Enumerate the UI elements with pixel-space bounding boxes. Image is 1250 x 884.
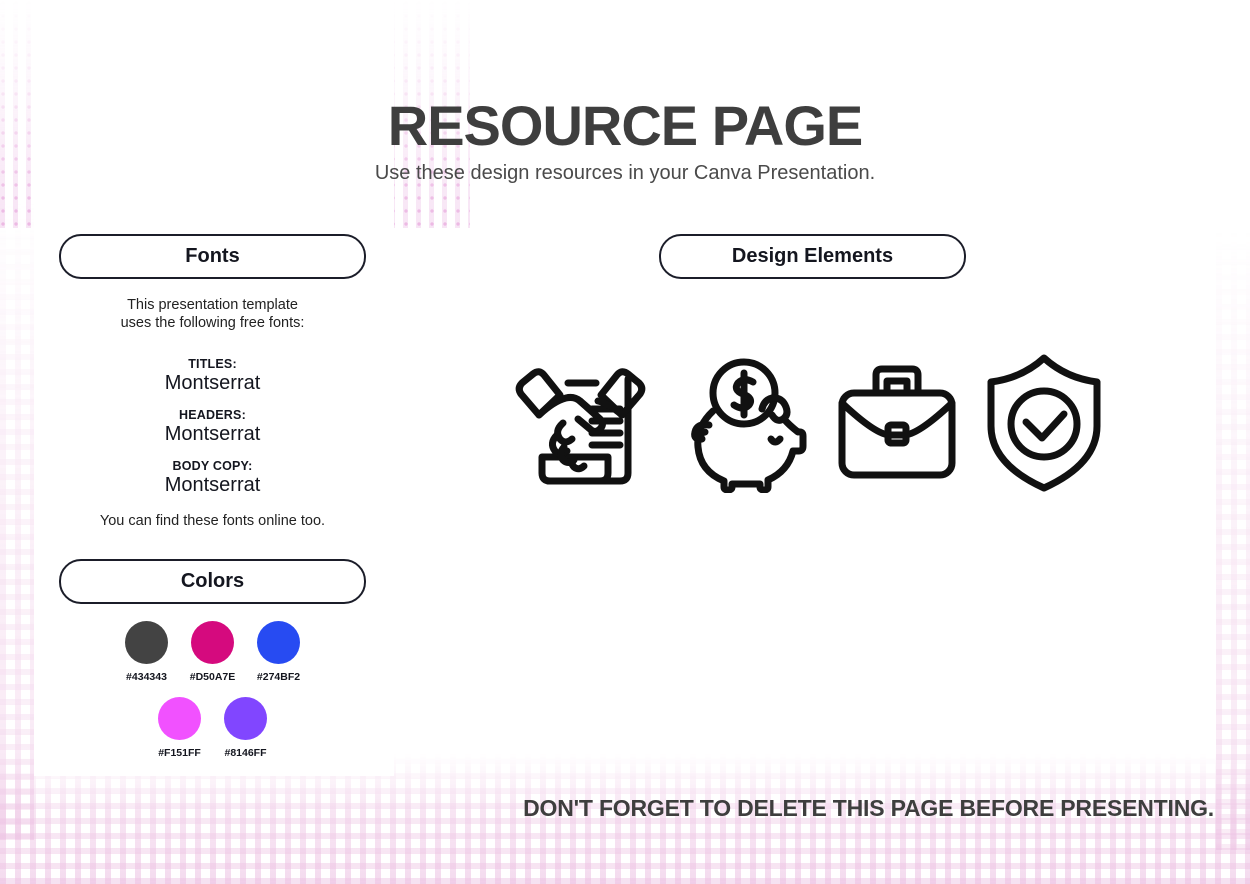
color-swatch-row-primary: #434343 #D50A7E #274BF2 (59, 621, 366, 683)
fonts-pill-label: Fonts (185, 245, 240, 267)
font-row-titles-value: Montserrat (164, 372, 261, 394)
font-row-titles: TITLES: Montserrat (59, 357, 366, 395)
resource-page: RESOURCE PAGE Use these design resources… (0, 0, 1250, 884)
font-row-headers-label: HEADERS: (179, 408, 246, 422)
design-pill-label: Design Elements (731, 245, 894, 267)
color-swatch-label: #434343 (126, 671, 167, 683)
fonts-intro-text: This presentation template uses the foll… (120, 297, 305, 331)
color-swatch: #8146FF (224, 697, 267, 759)
page-subtitle: Use these design resources in your Canva… (374, 162, 876, 184)
design-elements-icon-strip (508, 352, 1101, 494)
color-swatch-row-secondary: #F151FF #8146FF (59, 697, 366, 759)
color-swatch-label: #274BF2 (256, 671, 301, 683)
color-swatch-dot (224, 697, 267, 740)
font-row-body-copy-label: BODY COPY: (172, 459, 253, 473)
color-swatch-label: #D50A7E (189, 671, 236, 683)
color-swatch-label: #F151FF (158, 747, 201, 759)
page-title: RESOURCE PAGE (387, 94, 863, 157)
delete-page-reminder: DON'T FORGET TO DELETE THIS PAGE BEFORE … (523, 795, 1214, 821)
colors-pill-label: Colors (180, 570, 245, 592)
color-swatch-dot (257, 621, 300, 664)
handshake-document-icon (515, 368, 646, 485)
design-elements-section-header: Design Elements (659, 234, 966, 279)
color-swatch-label: #8146FF (224, 747, 267, 759)
color-swatch-dot (125, 621, 168, 664)
font-row-headers-value: Montserrat (164, 423, 261, 445)
fonts-outro-text: You can find these fonts online too. (99, 513, 326, 529)
briefcase-icon (838, 365, 956, 479)
color-swatch-dot (158, 697, 201, 740)
colors-section-header: Colors (59, 559, 366, 604)
color-swatch-dot (191, 621, 234, 664)
font-row-titles-label: TITLES: (188, 357, 237, 371)
font-row-headers: HEADERS: Montserrat (59, 408, 366, 446)
color-swatch: #D50A7E (189, 621, 236, 683)
shield-check-icon (987, 354, 1101, 492)
color-swatch: #F151FF (158, 697, 201, 759)
font-row-body-copy-value: Montserrat (164, 474, 261, 496)
fonts-section-header: Fonts (59, 234, 366, 279)
piggy-bank-icon (691, 358, 807, 493)
color-swatch: #434343 (125, 621, 168, 683)
font-row-body-copy: BODY COPY: Montserrat (59, 459, 366, 497)
color-swatch: #274BF2 (257, 621, 300, 683)
